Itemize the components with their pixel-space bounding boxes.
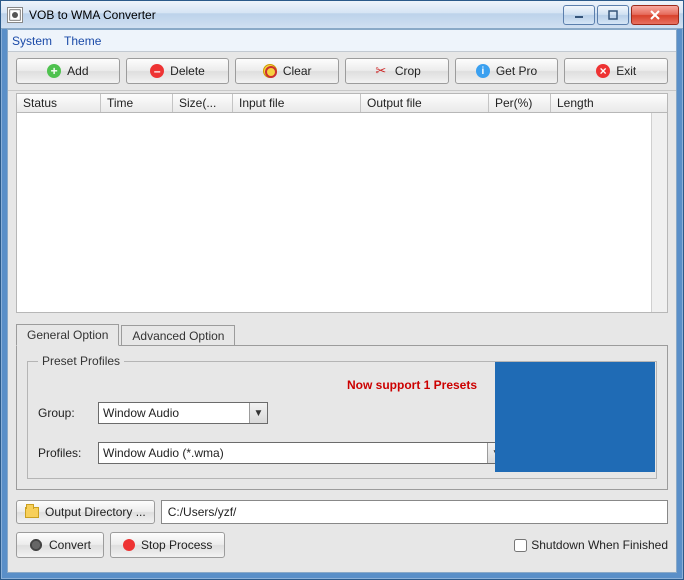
window-title: VOB to WMA Converter	[29, 8, 156, 22]
delete-button[interactable]: –Delete	[126, 58, 230, 84]
clear-icon	[263, 64, 277, 78]
crop-button[interactable]: Crop	[345, 58, 449, 84]
col-length[interactable]: Length	[551, 94, 667, 112]
add-button[interactable]: + Add	[16, 58, 120, 84]
client-area: System Theme + Add –Delete Clear Crop i Ge…	[7, 29, 677, 573]
titlebar[interactable]: VOB to WMA Converter	[1, 1, 683, 29]
crop-label: Crop	[395, 64, 421, 78]
output-button-label: Output Directory ...	[45, 505, 146, 519]
profiles-label: Profiles:	[38, 446, 94, 460]
convert-button[interactable]: Convert	[16, 532, 104, 558]
table-body[interactable]	[16, 113, 668, 313]
exit-icon: ×	[596, 64, 610, 78]
scissors-icon	[373, 64, 389, 78]
app-icon	[7, 7, 23, 23]
col-input[interactable]: Input file	[233, 94, 361, 112]
add-label: Add	[67, 64, 88, 78]
close-button[interactable]	[631, 5, 679, 25]
getpro-button[interactable]: i Get Pro	[455, 58, 559, 84]
tab-panel-general: Preset Profiles Now support 1 Presets Gr…	[16, 345, 668, 490]
bottom-bar: Convert Stop Process Shutdown When Finis…	[16, 532, 668, 558]
col-size[interactable]: Size(...	[173, 94, 233, 112]
menu-theme[interactable]: Theme	[64, 34, 101, 48]
getpro-label: Get Pro	[496, 64, 537, 78]
col-time[interactable]: Time	[101, 94, 173, 112]
menu-system[interactable]: System	[12, 34, 52, 48]
plus-icon: +	[47, 64, 61, 78]
folder-icon	[25, 507, 39, 518]
maximize-button[interactable]	[597, 5, 629, 25]
shutdown-checkbox-wrapper[interactable]: Shutdown When Finished	[514, 538, 668, 552]
col-per[interactable]: Per(%)	[489, 94, 551, 112]
profiles-select[interactable]: Window Audio (*.wma) ▼	[98, 442, 506, 464]
info-icon: i	[476, 64, 490, 78]
group-value: Window Audio	[103, 406, 179, 420]
clear-button[interactable]: Clear	[235, 58, 339, 84]
stop-icon	[123, 539, 135, 551]
vertical-scrollbar[interactable]	[651, 113, 667, 312]
minimize-button[interactable]	[563, 5, 595, 25]
output-directory-button[interactable]: Output Directory ...	[16, 500, 155, 524]
minus-icon: –	[150, 64, 164, 78]
output-path-input[interactable]	[161, 500, 668, 524]
exit-label: Exit	[616, 64, 636, 78]
table-header[interactable]: Status Time Size(... Input file Output f…	[16, 93, 668, 113]
chevron-down-icon: ▼	[249, 403, 267, 423]
profiles-value: Window Audio (*.wma)	[103, 446, 224, 460]
preview-box	[495, 362, 655, 472]
stop-button[interactable]: Stop Process	[110, 532, 225, 558]
shutdown-label: Shutdown When Finished	[531, 538, 668, 552]
clear-label: Clear	[283, 64, 312, 78]
preset-legend: Preset Profiles	[38, 354, 124, 368]
menubar: System Theme	[8, 30, 676, 52]
exit-button[interactable]: × Exit	[564, 58, 668, 84]
toolbar: + Add –Delete Clear Crop i Get Pro × Exit	[8, 52, 676, 91]
tab-general[interactable]: General Option	[16, 324, 119, 346]
gear-icon	[29, 538, 43, 552]
shutdown-checkbox[interactable]	[514, 539, 527, 552]
output-row: Output Directory ...	[16, 500, 668, 524]
delete-label: Delete	[170, 64, 205, 78]
group-select[interactable]: Window Audio ▼	[98, 402, 268, 424]
app-window: VOB to WMA Converter System Theme + Add –…	[0, 0, 684, 580]
tabs: General Option Advanced Option	[16, 323, 668, 345]
stop-label: Stop Process	[141, 538, 212, 552]
tab-advanced[interactable]: Advanced Option	[121, 325, 235, 346]
group-label: Group:	[38, 406, 94, 420]
col-status[interactable]: Status	[17, 94, 101, 112]
convert-label: Convert	[49, 538, 91, 552]
col-output[interactable]: Output file	[361, 94, 489, 112]
